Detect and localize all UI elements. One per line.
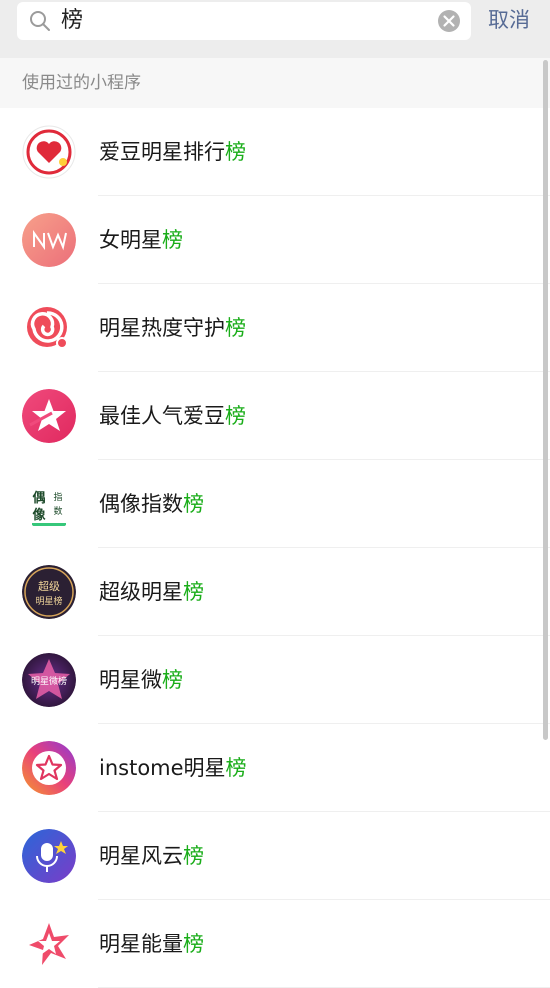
logo-text: 明星榜: [35, 595, 62, 607]
list-item[interactable]: 明星热度守护榜: [0, 284, 550, 372]
search-icon: [30, 11, 50, 31]
item-label-highlight: 榜: [162, 668, 183, 692]
logo-char: 数: [53, 505, 62, 517]
search-query: 榜: [61, 8, 84, 33]
list-item[interactable]: instome明星榜: [0, 724, 550, 812]
list-item[interactable]: 超级 明星榜 超级明星榜: [0, 548, 550, 636]
nv-logo-icon: [22, 213, 76, 267]
logo-text: 超级: [38, 579, 60, 593]
item-label: 明星能量: [99, 932, 183, 956]
section-title: 使用过的小程序: [22, 73, 141, 93]
item-label: 明星微: [99, 668, 162, 692]
mingxingwei-logo-icon: 明星微榜: [22, 653, 76, 707]
flower-star-icon: [22, 917, 76, 971]
logo-char: 偶: [32, 490, 45, 506]
item-label: 爱豆明星排行: [99, 140, 225, 164]
search-bar: 榜 取消: [0, 0, 550, 58]
item-label-highlight: 榜: [183, 844, 204, 868]
chaoji-logo-icon: 超级 明星榜: [22, 565, 76, 619]
item-label-highlight: 榜: [183, 932, 204, 956]
item-label-highlight: 榜: [225, 316, 246, 340]
item-label-highlight: 榜: [225, 756, 247, 780]
item-label: 偶像指数: [99, 492, 183, 516]
list-item[interactable]: 女明星榜: [0, 196, 550, 284]
item-label-highlight: 榜: [225, 404, 246, 428]
item-label: 超级明星: [99, 580, 183, 604]
item-label: 最佳人气爱豆: [99, 404, 225, 428]
scrollbar[interactable]: [543, 60, 548, 740]
logo-char: 指: [53, 491, 62, 503]
list-item[interactable]: 明星微榜 明星微榜: [0, 636, 550, 724]
item-label-highlight: 榜: [183, 580, 204, 604]
item-label: 明星风云: [99, 844, 183, 868]
item-label-highlight: 榜: [225, 140, 246, 164]
clear-icon[interactable]: [437, 9, 461, 33]
star-icon: [22, 389, 76, 443]
list-item[interactable]: 明星能量榜: [0, 900, 550, 988]
item-label: instome明星: [99, 756, 226, 780]
star-outline-icon: [22, 741, 76, 795]
logo-text: 明星微榜: [31, 675, 67, 687]
logo-char: 像: [32, 507, 46, 523]
list-item[interactable]: 明星风云榜: [0, 812, 550, 900]
item-label: 明星热度守护: [99, 316, 225, 340]
ouxiang-logo-icon: 偶 像 指 数: [22, 477, 76, 531]
item-label-highlight: 榜: [183, 492, 204, 516]
list-item[interactable]: 偶 像 指 数 偶像指数榜: [0, 460, 550, 548]
swirl-icon: [22, 301, 76, 355]
microphone-star-icon: [22, 829, 76, 883]
item-label-highlight: 榜: [162, 228, 183, 252]
section-header: 使用过的小程序: [0, 58, 550, 109]
cancel-button[interactable]: 取消: [488, 6, 530, 34]
list-item[interactable]: 爱豆明星排行榜: [0, 108, 550, 196]
heart-icon: [22, 125, 76, 179]
item-label: 女明星: [99, 228, 162, 252]
result-list: 爱豆明星排行榜 女明星榜 明星热度守护榜 最佳人气爱豆榜 偶 像 指 数 偶像指…: [0, 108, 550, 988]
list-item[interactable]: 最佳人气爱豆榜: [0, 372, 550, 460]
search-input[interactable]: 榜: [17, 2, 471, 40]
